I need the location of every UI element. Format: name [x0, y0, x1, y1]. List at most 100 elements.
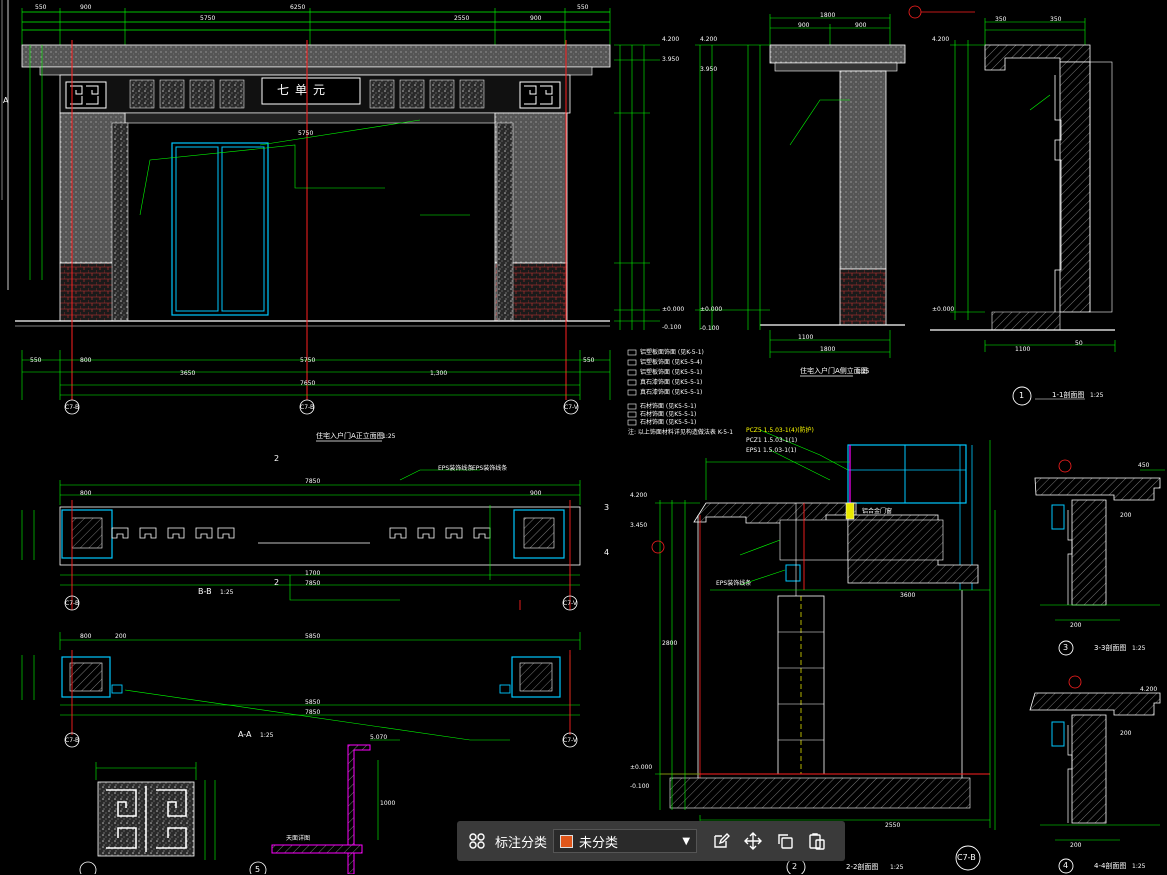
legend-item: 石材饰面 (见K5-5-1): [640, 419, 697, 426]
material-legend: [627, 349, 637, 426]
bb-grid-tag-1: C7-B: [65, 600, 80, 607]
meander-detail[interactable]: [79, 762, 216, 874]
elevation-title: 住宅入户门A正立面图: [316, 432, 384, 440]
s3-title: 3-3剖面图: [1094, 644, 1127, 652]
section-3-3[interactable]: [1034, 459, 1165, 656]
s1-title: 1-1剖面图: [1052, 391, 1085, 399]
side-level-4: -0.100: [700, 325, 720, 332]
s2-level-1: 4.200: [630, 492, 648, 499]
bb-note-eps-2: EPS装饰线条: [472, 465, 508, 472]
bb-mid-dim: 1700: [305, 570, 321, 577]
bb-top-dim-3: 900: [530, 490, 542, 497]
s1-circle-num: 1: [1019, 391, 1025, 400]
sign-text: 七单元: [277, 83, 332, 97]
grid-tag-1: C7-B: [65, 404, 80, 411]
paste-icon[interactable]: [801, 825, 833, 857]
category-label: 标注分类: [495, 835, 548, 851]
top-dim-6: 900: [530, 15, 542, 22]
s4-scale: 1:25: [1132, 863, 1146, 870]
annotation-toolbar: 标注分类 未分类 ▼: [457, 821, 845, 861]
bb-title: B-B: [198, 587, 212, 596]
bb-top-dim: 7850: [305, 478, 321, 485]
s4-title: 4-4剖面图: [1094, 862, 1127, 870]
top-dim-4: 5750: [200, 15, 216, 22]
roof-detail[interactable]: [249, 739, 400, 874]
side-scale: 1:25: [856, 368, 870, 375]
s2-grid-tag: C7-B: [957, 853, 976, 862]
level-0000-a: ±0.000: [662, 306, 685, 313]
side-top-dim-2: 900: [798, 22, 810, 29]
aa-top-dim-2: 800: [80, 633, 92, 640]
top-dim-7: 2550: [454, 15, 470, 22]
s2-note-3: EPS1 1.5.03-1(1): [746, 447, 797, 454]
top-dim-2: 900: [80, 4, 92, 11]
aa-grid-tag-1: C7-B: [65, 737, 80, 744]
bottom-dim-right: 1,300: [430, 370, 448, 377]
lintel-dim: 5750: [298, 130, 314, 137]
s2-level-2: 3.450: [630, 522, 648, 529]
elevation-scale: 1:25: [382, 433, 396, 440]
s3-dim-2: 200: [1120, 512, 1132, 519]
aa-title: A-A: [238, 730, 252, 739]
chevron-down-icon: ▼: [682, 835, 691, 847]
s1-level-2: ±0.000: [932, 306, 955, 313]
cad-drawing-canvas[interactable]: [0, 0, 1167, 874]
aa-bottom-dim: 5850: [305, 699, 321, 706]
top-dim-5: 550: [577, 4, 589, 11]
bb-cut-mark-top: 2: [274, 454, 280, 463]
s3-circle-num: 3: [1063, 643, 1069, 652]
aa-scale: 1:25: [260, 732, 274, 739]
s2-title: 2-2剖面图: [846, 863, 879, 871]
left-margin-lines: [1, 0, 9, 290]
plan-a-a[interactable]: [21, 632, 581, 748]
detail-dim-height: 1000: [380, 800, 396, 807]
s3-dim-1: 450: [1138, 462, 1150, 469]
legend-item: 石材饰面 (见K5-5-1): [640, 411, 697, 418]
bottom-dim-4: 550: [583, 357, 595, 364]
side-top-dim-3: 900: [855, 22, 867, 29]
bottom-dim-3: 5750: [300, 357, 316, 364]
side-level-1: 4.200: [700, 36, 718, 43]
top-dim-3: 6250: [290, 4, 306, 11]
level-3950-a: 3.950: [662, 56, 680, 63]
bb-top-dim-2: 800: [80, 490, 92, 497]
s2-scale: 1:25: [890, 864, 904, 871]
bottom-dim-total: 7650: [300, 380, 316, 387]
s2-dim-2: 2550: [885, 822, 901, 829]
bottom-dim-2: 800: [80, 357, 92, 364]
s3-scale: 1:25: [1132, 645, 1146, 652]
move-icon[interactable]: [737, 825, 769, 857]
category-selected-value: 未分类: [579, 835, 619, 851]
meander-ornament-right: [519, 81, 561, 109]
section-4-4[interactable]: [1029, 675, 1161, 874]
s3-dim-3: 200: [1070, 622, 1082, 629]
level-4200-a: 4.200: [662, 36, 680, 43]
section-1-1[interactable]: [908, 5, 1116, 406]
s2-dim-1: 3600: [900, 592, 916, 599]
side-bottom-dim-1: 1100: [798, 334, 814, 341]
s1-scale: 1:25: [1090, 392, 1104, 399]
aa-top-dim: 5850: [305, 633, 321, 640]
side-level-2: 3.950: [700, 66, 718, 73]
s2-circle-num: 2: [792, 862, 798, 871]
legend-item: 铝塑板饰面 (见K5-5-1): [640, 369, 703, 376]
s2-note-4: EPS装饰线条: [716, 580, 752, 587]
section-2-2[interactable]: [651, 429, 996, 874]
s1-top-dim-2: 350: [1050, 16, 1062, 23]
bottom-dim-left: 3650: [180, 370, 196, 377]
legend-item: 铝塑板饰面 (见K5-5-4): [640, 359, 703, 366]
front-elevation[interactable]: [15, 8, 660, 442]
entry-door: [171, 142, 269, 316]
copy-icon[interactable]: [769, 825, 801, 857]
group-grid-icon[interactable]: [461, 825, 493, 857]
s4-dim-2: 200: [1070, 842, 1082, 849]
side-elevation[interactable]: [695, 14, 906, 377]
s1-top-dim-1: 350: [995, 16, 1007, 23]
aa-grid-tag-2: C7-V: [563, 737, 577, 744]
category-color-swatch: [560, 834, 574, 848]
category-dropdown[interactable]: 未分类 ▼: [553, 829, 698, 853]
level-0100-a: -0.100: [662, 324, 682, 331]
legend-item: 真石漆饰面 (见K5-5-1): [640, 379, 703, 386]
plan-b-b[interactable]: [21, 469, 581, 611]
edit-icon[interactable]: [705, 825, 737, 857]
